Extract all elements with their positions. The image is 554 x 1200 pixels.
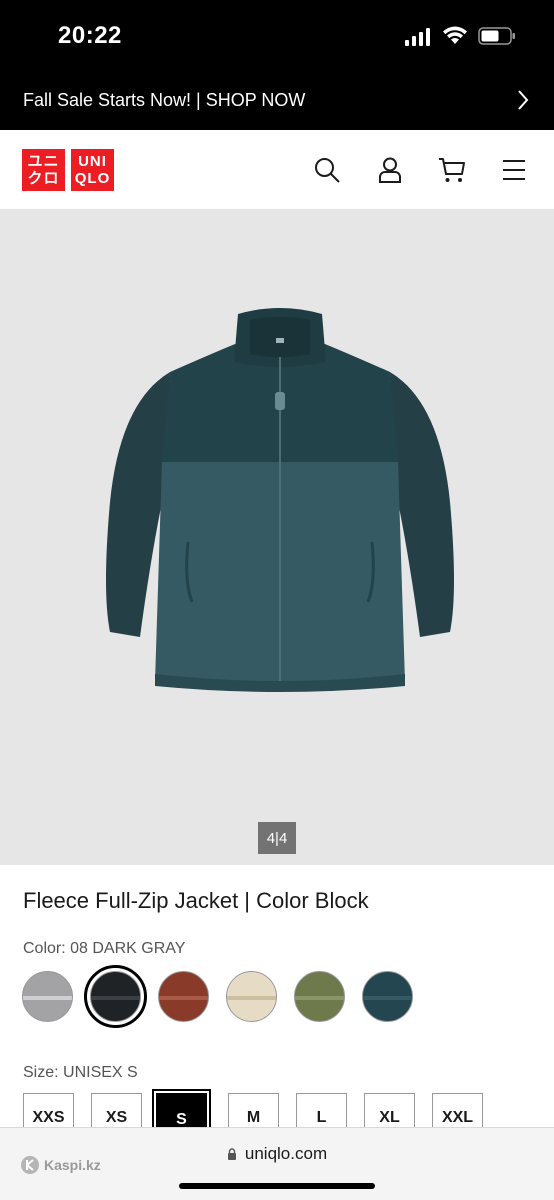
site-header: ユニ クロ UNI QLO — [0, 130, 554, 210]
promo-banner[interactable]: Fall Sale Starts Now! | SHOP NOW — [0, 72, 554, 130]
browser-address-bar: Kaspi.kz uniqlo.com — [0, 1127, 554, 1200]
search-icon[interactable] — [313, 156, 341, 184]
color-swatch-olive[interactable] — [294, 971, 345, 1022]
image-pager: 4|4 — [258, 822, 296, 854]
url-text: uniqlo.com — [244, 1144, 328, 1163]
promo-text[interactable]: Fall Sale Starts Now! | SHOP NOW — [23, 90, 305, 111]
color-swatch-light-gray[interactable] — [22, 971, 73, 1022]
swatch-band — [227, 996, 276, 1000]
product-image[interactable] — [100, 302, 460, 702]
uniqlo-logo[interactable]: ユニ クロ UNI QLO — [22, 149, 114, 191]
cellular-signal-icon — [405, 28, 430, 46]
product-title: Fleece Full-Zip Jacket | Color Block — [23, 888, 369, 913]
logo-katakana: ユニ クロ — [22, 149, 65, 191]
swatch-band — [91, 996, 140, 1000]
lock-icon — [227, 1148, 236, 1160]
logo-text: UNI — [78, 153, 107, 170]
color-swatch-natural[interactable] — [226, 971, 277, 1022]
user-icon[interactable] — [376, 156, 404, 184]
home-indicator[interactable] — [179, 1183, 375, 1189]
logo-text: QLO — [74, 170, 111, 187]
swatch-band — [363, 996, 412, 1000]
color-swatch-brown[interactable] — [158, 971, 209, 1022]
chevron-right-icon[interactable] — [516, 88, 530, 112]
color-swatch-dark-gray[interactable] — [84, 965, 147, 1028]
logo-text: クロ — [27, 170, 60, 187]
swatch-band — [295, 996, 344, 1000]
logo-latin: UNI QLO — [71, 149, 114, 191]
swatch-band — [23, 996, 72, 1000]
cart-icon[interactable] — [438, 156, 466, 184]
battery-icon — [478, 27, 515, 45]
logo-text: ユニ — [27, 153, 60, 170]
wifi-icon — [443, 26, 467, 44]
menu-icon[interactable] — [500, 156, 528, 184]
url-field[interactable]: uniqlo.com — [0, 1144, 554, 1164]
swatch-band — [159, 996, 208, 1000]
product-image-gallery[interactable]: 4|4 — [0, 210, 554, 865]
status-time: 20:22 — [58, 22, 122, 49]
status-bar: 20:22 — [0, 0, 554, 72]
color-swatch-dark-green[interactable] — [362, 971, 413, 1022]
color-label: Color: 08 DARK GRAY — [23, 940, 186, 957]
size-label: Size: UNISEX S — [23, 1064, 138, 1081]
